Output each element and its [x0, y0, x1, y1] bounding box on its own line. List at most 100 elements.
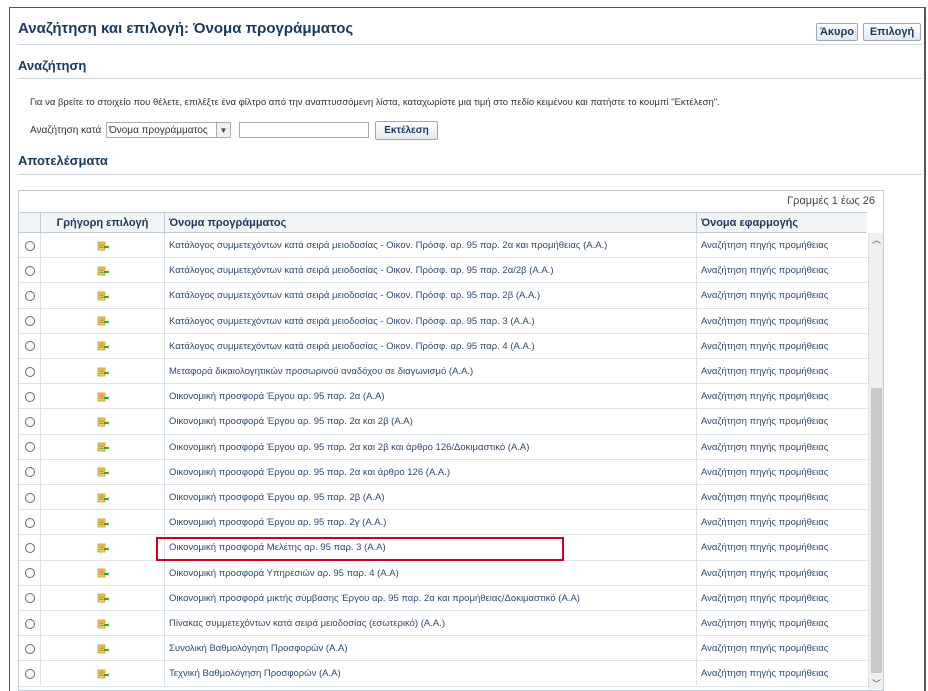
table-row[interactable]: Τεχνική Βαθμολόγηση Προσφορών (Α.Α) Αναζή…: [19, 661, 867, 687]
row-quick-select-cell[interactable]: [41, 661, 165, 687]
table-row[interactable]: Οικονομική προσφορά Έργου αρ. 95 παρ. 2α…: [19, 434, 867, 460]
row-radio-cell[interactable]: [19, 308, 41, 334]
table-row[interactable]: Μεταφορά δικαιολογητικών προσωρινού αναδ…: [19, 359, 867, 385]
quick-select-icon[interactable]: [97, 567, 109, 579]
row-program-name[interactable]: Οικονομική προσφορά Υπηρεσιών αρ. 95 παρ…: [165, 560, 697, 586]
row-program-name[interactable]: Μεταφορά δικαιολογητικών προσωρινού αναδ…: [165, 359, 697, 385]
go-button[interactable]: Εκτέλεση: [375, 121, 438, 140]
quick-select-icon[interactable]: [97, 517, 109, 529]
row-radio-cell[interactable]: [19, 459, 41, 485]
select-button[interactable]: Επιλογή: [863, 23, 921, 41]
table-row[interactable]: Κατάλογος συμμετεχόντων κατά σειρά μειοδ…: [19, 283, 867, 309]
row-radio-cell[interactable]: [19, 535, 41, 561]
scroll-thumb[interactable]: [871, 388, 882, 673]
row-quick-select-cell[interactable]: [41, 384, 165, 410]
row-quick-select-cell[interactable]: [41, 258, 165, 284]
quick-select-icon[interactable]: [97, 416, 109, 428]
table-row[interactable]: Οικονομική προσφορά Έργου αρ. 95 παρ. 2α…: [19, 384, 867, 410]
row-radio-button[interactable]: [24, 593, 35, 604]
row-radio-button[interactable]: [24, 668, 35, 679]
chevron-up-icon[interactable]: ︿: [869, 233, 883, 245]
table-row[interactable]: Συνολική Βαθμολόγηση Προσφορών (Α.Α) Αναζ…: [19, 636, 867, 662]
chevron-down-icon[interactable]: ▼: [216, 123, 230, 137]
row-quick-select-cell[interactable]: [41, 409, 165, 435]
row-program-name[interactable]: Κατάλογος συμμετεχόντων κατά σειρά μειοδ…: [165, 258, 697, 284]
row-radio-cell[interactable]: [19, 233, 41, 259]
row-radio-cell[interactable]: [19, 611, 41, 637]
table-row[interactable]: Οικονομική προσφορά Υπηρεσιών αρ. 95 παρ…: [19, 560, 867, 586]
row-radio-cell[interactable]: [19, 485, 41, 511]
table-row[interactable]: Οικονομική προσφορά μικτής σύμβασης Έργο…: [19, 585, 867, 611]
header-application-name[interactable]: Όνομα εφαρμογής: [697, 213, 867, 232]
row-radio-button[interactable]: [24, 416, 35, 427]
row-quick-select-cell[interactable]: [41, 485, 165, 511]
row-radio-button[interactable]: [24, 467, 35, 478]
row-radio-button[interactable]: [24, 517, 35, 528]
row-radio-cell[interactable]: [19, 434, 41, 460]
table-row[interactable]: Οικονομική προσφορά Έργου αρ. 95 παρ. 2α…: [19, 409, 867, 435]
row-radio-button[interactable]: [24, 265, 35, 276]
quick-select-icon[interactable]: [97, 265, 109, 277]
table-row[interactable]: Πίνακας συμμετεχόντων κατά σειρά μειοδοσ…: [19, 611, 867, 637]
row-radio-button[interactable]: [24, 240, 35, 251]
quick-select-icon[interactable]: [97, 290, 109, 302]
row-program-name[interactable]: Οικονομική προσφορά Έργου αρ. 95 παρ. 2γ…: [165, 510, 697, 536]
row-radio-button[interactable]: [24, 442, 35, 453]
quick-select-icon[interactable]: [97, 592, 109, 604]
cancel-button[interactable]: Άκυρο: [816, 23, 858, 41]
quick-select-icon[interactable]: [97, 441, 109, 453]
row-quick-select-cell[interactable]: [41, 333, 165, 359]
table-row[interactable]: Οικονομική προσφορά Μελέτης αρ. 95 παρ. …: [19, 535, 867, 561]
row-quick-select-cell[interactable]: [41, 510, 165, 536]
row-radio-cell[interactable]: [19, 283, 41, 309]
row-quick-select-cell[interactable]: [41, 611, 165, 637]
quick-select-icon[interactable]: [97, 466, 109, 478]
row-program-name[interactable]: Οικονομική προσφορά Έργου αρ. 95 παρ. 2α…: [165, 384, 697, 410]
row-program-name[interactable]: Κατάλογος συμμετεχόντων κατά σειρά μειοδ…: [165, 333, 697, 359]
table-row[interactable]: Κατάλογος συμμετεχόντων κατά σειρά μειοδ…: [19, 258, 867, 284]
quick-select-icon[interactable]: [97, 315, 109, 327]
row-radio-cell[interactable]: [19, 560, 41, 586]
quick-select-icon[interactable]: [97, 618, 109, 630]
vertical-scrollbar[interactable]: ︿ ﹀: [868, 233, 883, 689]
row-quick-select-cell[interactable]: [41, 585, 165, 611]
table-row[interactable]: Οικονομική προσφορά Έργου αρ. 95 παρ. 2β…: [19, 485, 867, 511]
row-program-name[interactable]: Κατάλογος συμμετεχόντων κατά σειρά μειοδ…: [165, 283, 697, 309]
row-program-name[interactable]: Οικονομική προσφορά Μελέτης αρ. 95 παρ. …: [165, 535, 697, 561]
row-quick-select-cell[interactable]: [41, 459, 165, 485]
table-row[interactable]: Οικονομική προσφορά Έργου αρ. 95 παρ. 2α…: [19, 459, 867, 485]
chevron-down-icon[interactable]: ﹀: [869, 677, 883, 689]
row-radio-button[interactable]: [24, 492, 35, 503]
quick-select-icon[interactable]: [97, 391, 109, 403]
row-radio-cell[interactable]: [19, 258, 41, 284]
row-radio-button[interactable]: [24, 341, 35, 352]
row-program-name[interactable]: Κατάλογος συμμετεχόντων κατά σειρά μειοδ…: [165, 308, 697, 334]
quick-select-icon[interactable]: [97, 492, 109, 504]
row-radio-cell[interactable]: [19, 585, 41, 611]
row-quick-select-cell[interactable]: [41, 434, 165, 460]
row-radio-button[interactable]: [24, 643, 35, 654]
row-radio-cell[interactable]: [19, 333, 41, 359]
table-row[interactable]: Οικονομική προσφορά Έργου αρ. 95 παρ. 2γ…: [19, 510, 867, 536]
quick-select-icon[interactable]: [97, 340, 109, 352]
row-radio-button[interactable]: [24, 568, 35, 579]
table-row[interactable]: Κατάλογος συμμετεχόντων κατά σειρά μειοδ…: [19, 233, 867, 259]
search-input[interactable]: [239, 122, 369, 138]
row-quick-select-cell[interactable]: [41, 359, 165, 385]
row-program-name[interactable]: Πίνακας συμμετεχόντων κατά σειρά μειοδοσ…: [165, 611, 697, 637]
quick-select-icon[interactable]: [97, 542, 109, 554]
row-quick-select-cell[interactable]: [41, 233, 165, 259]
row-radio-cell[interactable]: [19, 510, 41, 536]
row-radio-button[interactable]: [24, 618, 35, 629]
row-radio-cell[interactable]: [19, 636, 41, 662]
row-radio-button[interactable]: [24, 391, 35, 402]
row-program-name[interactable]: Τεχνική Βαθμολόγηση Προσφορών (Α.Α): [165, 661, 697, 687]
row-radio-cell[interactable]: [19, 661, 41, 687]
row-program-name[interactable]: Οικονομική προσφορά Έργου αρ. 95 παρ. 2β…: [165, 485, 697, 511]
header-program-name[interactable]: Όνομα προγράμματος: [165, 213, 697, 232]
quick-select-icon[interactable]: [97, 668, 109, 680]
row-program-name[interactable]: Οικονομική προσφορά Έργου αρ. 95 παρ. 2α…: [165, 459, 697, 485]
row-program-name[interactable]: Κατάλογος συμμετεχόντων κατά σειρά μειοδ…: [165, 233, 697, 259]
row-radio-button[interactable]: [24, 542, 35, 553]
row-program-name[interactable]: Οικονομική προσφορά Έργου αρ. 95 παρ. 2α…: [165, 434, 697, 460]
